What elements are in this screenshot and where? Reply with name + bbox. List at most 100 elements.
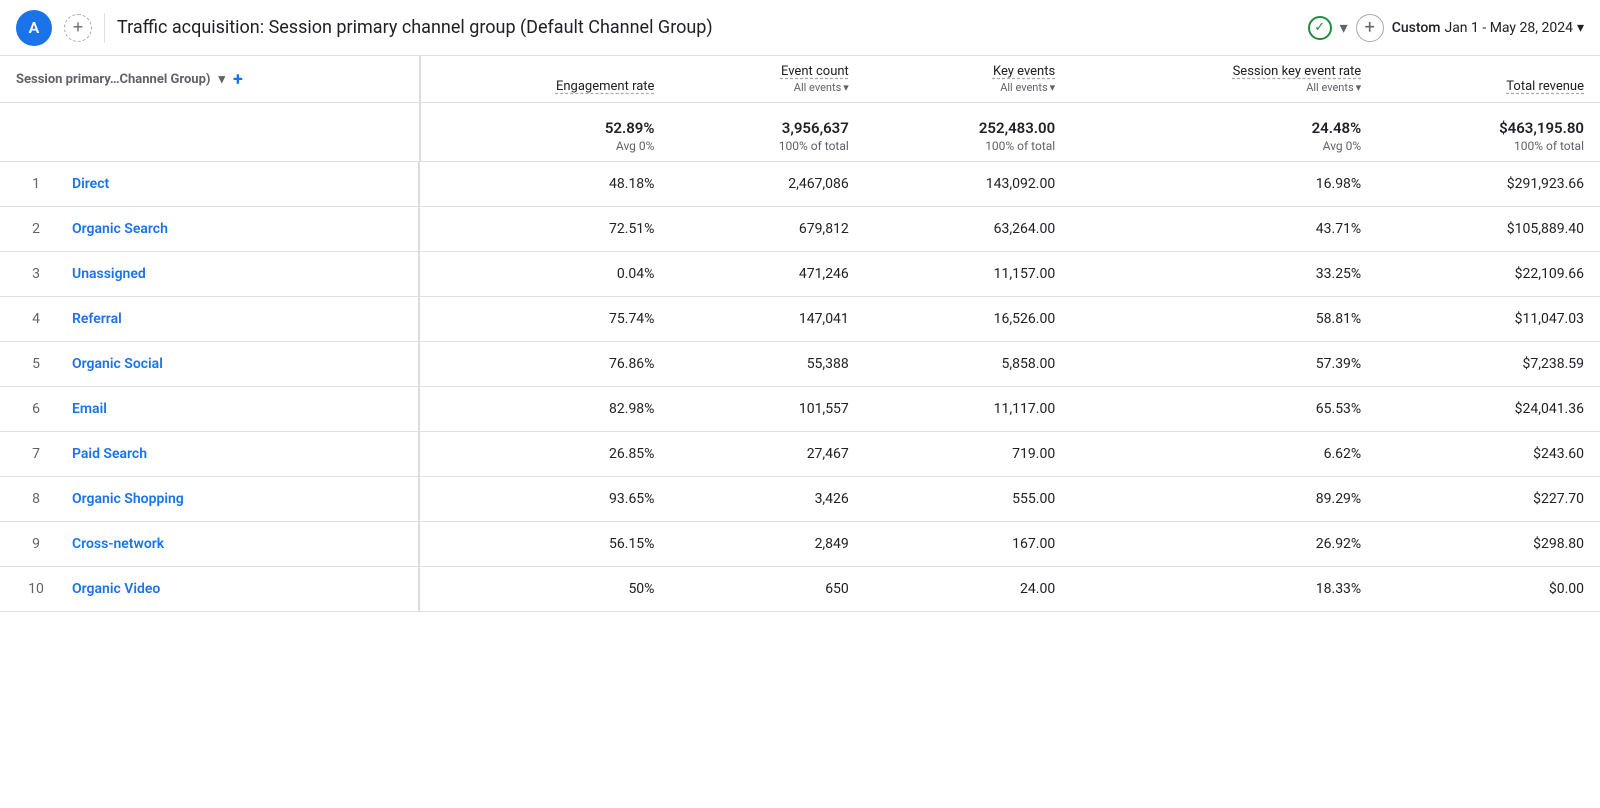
engagement-rate-5: 82.98% bbox=[420, 387, 670, 432]
total-revenue-8: $298.80 bbox=[1377, 522, 1600, 567]
channel-name-8[interactable]: Cross-network bbox=[72, 536, 164, 552]
event-count-7: 3,426 bbox=[670, 477, 864, 522]
row-number-3: 4 bbox=[16, 311, 56, 327]
channel-name-0[interactable]: Direct bbox=[72, 176, 109, 192]
dim-cell-1: 2 Organic Search bbox=[0, 207, 420, 251]
totals-session-key-rate: 24.48% Avg 0% bbox=[1071, 103, 1377, 162]
dim-cell-2: 3 Unassigned bbox=[0, 252, 420, 296]
table-row: 4 Referral 75.74% 147,041 16,526.00 58.8… bbox=[0, 297, 1600, 342]
event-count-header[interactable]: Event count All events ▾ bbox=[670, 56, 864, 103]
dimension-dropdown-arrow[interactable]: ▾ bbox=[218, 72, 225, 87]
key-events-9: 24.00 bbox=[865, 567, 1071, 612]
session-key-rate-sub: All events bbox=[1306, 81, 1353, 94]
engagement-rate-1: 72.51% bbox=[420, 207, 670, 252]
key-events-sub: All events bbox=[1000, 81, 1047, 94]
total-revenue-2: $22,109.66 bbox=[1377, 252, 1600, 297]
total-revenue-5: $24,041.36 bbox=[1377, 387, 1600, 432]
table-row: 10 Organic Video 50% 650 24.00 18.33% $0… bbox=[0, 567, 1600, 612]
session-key-rate-2: 33.25% bbox=[1071, 252, 1377, 297]
key-events-dropdown[interactable]: ▾ bbox=[1050, 81, 1056, 94]
total-revenue-3: $11,047.03 bbox=[1377, 297, 1600, 342]
session-key-rate-1: 43.71% bbox=[1071, 207, 1377, 252]
session-key-rate-6: 6.62% bbox=[1071, 432, 1377, 477]
engagement-rate-2: 0.04% bbox=[420, 252, 670, 297]
session-key-rate-dropdown[interactable]: ▾ bbox=[1356, 81, 1362, 94]
totals-engagement-rate: 52.89% Avg 0% bbox=[420, 103, 670, 162]
total-revenue-6: $243.60 bbox=[1377, 432, 1600, 477]
event-count-label: Event count bbox=[781, 64, 849, 79]
event-count-8: 2,849 bbox=[670, 522, 864, 567]
engagement-rate-0: 48.18% bbox=[420, 162, 670, 207]
table-container: Session primary…Channel Group) ▾ + Engag… bbox=[0, 56, 1600, 612]
session-key-rate-5: 65.53% bbox=[1071, 387, 1377, 432]
row-number-1: 2 bbox=[16, 221, 56, 237]
event-count-5: 101,557 bbox=[670, 387, 864, 432]
filter-chevron-button[interactable]: ▾ bbox=[1340, 18, 1348, 38]
row-number-8: 9 bbox=[16, 536, 56, 552]
event-count-sub: All events bbox=[794, 81, 841, 94]
total-revenue-0: $291,923.66 bbox=[1377, 162, 1600, 207]
session-key-rate-header[interactable]: Session key event rate All events ▾ bbox=[1071, 56, 1377, 103]
key-events-4: 5,858.00 bbox=[865, 342, 1071, 387]
channel-name-2[interactable]: Unassigned bbox=[72, 266, 146, 282]
totals-dim-cell bbox=[0, 103, 420, 162]
add-account-button[interactable]: + bbox=[64, 14, 92, 42]
session-key-rate-8: 26.92% bbox=[1071, 522, 1377, 567]
dim-cell-6: 7 Paid Search bbox=[0, 432, 420, 476]
row-number-0: 1 bbox=[16, 176, 56, 192]
totals-key-events: 252,483.00 100% of total bbox=[865, 103, 1071, 162]
engagement-rate-9: 50% bbox=[420, 567, 670, 612]
key-events-2: 11,157.00 bbox=[865, 252, 1071, 297]
channel-name-7[interactable]: Organic Shopping bbox=[72, 491, 184, 507]
event-count-3: 147,041 bbox=[670, 297, 864, 342]
session-key-rate-4: 57.39% bbox=[1071, 342, 1377, 387]
row-number-7: 8 bbox=[16, 491, 56, 507]
channel-name-9[interactable]: Organic Video bbox=[72, 581, 160, 597]
channel-name-1[interactable]: Organic Search bbox=[72, 221, 168, 237]
table-row: 2 Organic Search 72.51% 679,812 63,264.0… bbox=[0, 207, 1600, 252]
engagement-rate-3: 75.74% bbox=[420, 297, 670, 342]
dimension-column-header: Session primary…Channel Group) ▾ + bbox=[0, 56, 420, 103]
event-count-dropdown[interactable]: ▾ bbox=[843, 81, 849, 94]
dimension-label: Session primary…Channel Group) bbox=[16, 72, 210, 87]
key-events-0: 143,092.00 bbox=[865, 162, 1071, 207]
channel-name-5[interactable]: Email bbox=[72, 401, 107, 417]
totals-event-count: 3,956,637 100% of total bbox=[670, 103, 864, 162]
event-count-9: 650 bbox=[670, 567, 864, 612]
engagement-rate-header[interactable]: Engagement rate bbox=[420, 56, 670, 103]
engagement-rate-label: Engagement rate bbox=[556, 79, 654, 94]
engagement-rate-6: 26.85% bbox=[420, 432, 670, 477]
add-dimension-button[interactable]: + bbox=[233, 69, 243, 90]
session-key-rate-0: 16.98% bbox=[1071, 162, 1377, 207]
row-number-9: 10 bbox=[16, 581, 56, 597]
table-row: 7 Paid Search 26.85% 27,467 719.00 6.62%… bbox=[0, 432, 1600, 477]
table-row: 5 Organic Social 76.86% 55,388 5,858.00 … bbox=[0, 342, 1600, 387]
key-events-label: Key events bbox=[993, 64, 1055, 79]
add-filter-button[interactable]: + bbox=[1356, 14, 1384, 42]
total-revenue-header[interactable]: Total revenue bbox=[1377, 56, 1600, 103]
channel-name-6[interactable]: Paid Search bbox=[72, 446, 147, 462]
dim-cell-8: 9 Cross-network bbox=[0, 522, 420, 566]
dim-cell-9: 10 Organic Video bbox=[0, 567, 420, 611]
total-revenue-label: Total revenue bbox=[1506, 79, 1584, 94]
key-events-8: 167.00 bbox=[865, 522, 1071, 567]
table-header-row: Session primary…Channel Group) ▾ + Engag… bbox=[0, 56, 1600, 103]
row-number-5: 6 bbox=[16, 401, 56, 417]
total-revenue-1: $105,889.40 bbox=[1377, 207, 1600, 252]
table-row: 1 Direct 48.18% 2,467,086 143,092.00 16.… bbox=[0, 162, 1600, 207]
engagement-rate-7: 93.65% bbox=[420, 477, 670, 522]
key-events-7: 555.00 bbox=[865, 477, 1071, 522]
channel-name-4[interactable]: Organic Social bbox=[72, 356, 163, 372]
row-number-2: 3 bbox=[16, 266, 56, 282]
channel-name-3[interactable]: Referral bbox=[72, 311, 122, 327]
key-events-6: 719.00 bbox=[865, 432, 1071, 477]
data-table: Session primary…Channel Group) ▾ + Engag… bbox=[0, 56, 1600, 612]
dim-cell-4: 5 Organic Social bbox=[0, 342, 420, 386]
session-key-rate-9: 18.33% bbox=[1071, 567, 1377, 612]
total-revenue-9: $0.00 bbox=[1377, 567, 1600, 612]
dim-cell-5: 6 Email bbox=[0, 387, 420, 431]
event-count-2: 471,246 bbox=[670, 252, 864, 297]
row-number-6: 7 bbox=[16, 446, 56, 462]
key-events-header[interactable]: Key events All events ▾ bbox=[865, 56, 1071, 103]
date-range-selector[interactable]: Custom Jan 1 - May 28, 2024 ▾ bbox=[1392, 20, 1584, 36]
